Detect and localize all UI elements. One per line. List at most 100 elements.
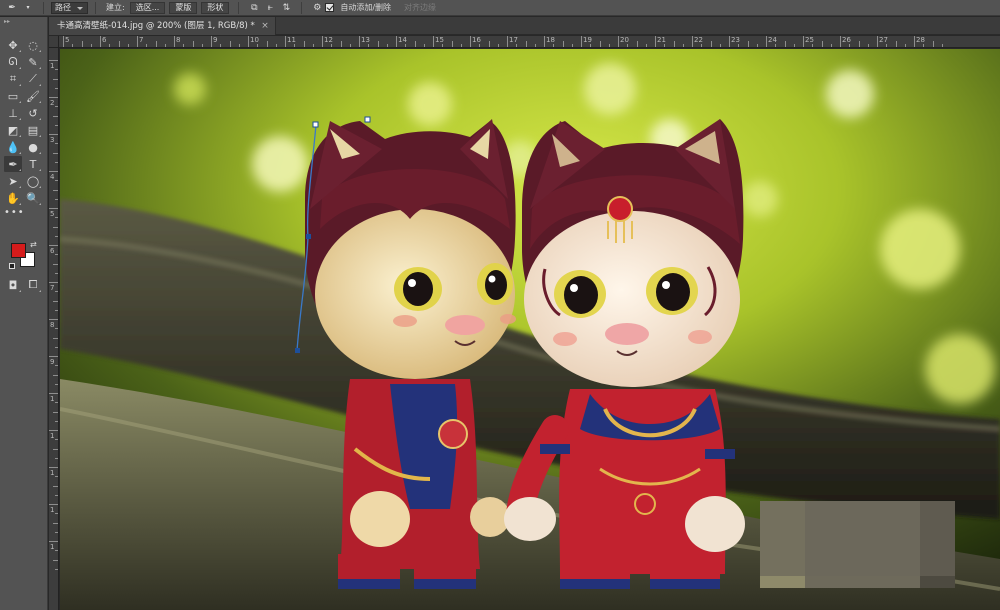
ruler-tick (433, 36, 434, 47)
lasso-tool-icon[interactable]: ᘏ (4, 54, 22, 70)
swap-colors-icon[interactable]: ⇄ (30, 240, 37, 249)
ruler-minor-tick (53, 559, 58, 561)
healing-brush-tool-icon[interactable]: ▭ (4, 88, 22, 104)
path-arrangement-icon[interactable]: ⇅ (280, 2, 292, 14)
quick-select-tool-icon[interactable]: ✎ (24, 54, 42, 70)
ruler-minor-tick (155, 41, 157, 47)
ruler-minor-tick (405, 44, 407, 47)
ruler-tick (49, 97, 58, 98)
ruler-minor-tick (349, 44, 351, 47)
ruler-minor-tick (109, 44, 111, 47)
history-brush-tool-icon[interactable]: ↺ (24, 105, 42, 121)
ruler-minor-tick (220, 44, 222, 47)
marquee-tool-icon[interactable]: ◌ (24, 37, 42, 53)
move-tool-icon[interactable]: ✥ (4, 37, 22, 53)
document-canvas[interactable] (60, 49, 1000, 610)
path-operations-icon[interactable]: ⧉ (248, 2, 260, 14)
ruler-minor-tick (192, 41, 194, 47)
ruler-minor-tick (923, 44, 925, 47)
ruler-minor-tick (886, 44, 888, 47)
ruler-minor-tick (516, 44, 518, 47)
default-colors-icon[interactable] (9, 263, 15, 269)
eyedropper-tool-icon[interactable]: ⟋ (24, 71, 42, 87)
gear-icon[interactable]: ⚙ (311, 2, 323, 14)
ruler-minor-tick (55, 309, 58, 311)
zoom-tool-icon[interactable]: 🔍 (24, 190, 42, 206)
horizontal-ruler[interactable]: 5 6 7 8 9 10 11 12 13 14 15 16 17 18 19 20 21 22 23 24 25 26 2… (59, 36, 1000, 48)
make-label: 建立: (106, 3, 125, 12)
ruler-label: 24 (768, 36, 777, 44)
ruler-origin[interactable] (49, 36, 59, 48)
ruler-minor-tick (775, 44, 777, 47)
pen-tool-icon[interactable]: ✒ (4, 156, 22, 172)
quick-mask-icon[interactable]: ◘ (4, 277, 22, 293)
ruler-label: 16 (472, 36, 481, 44)
pen-tool-preset-icon[interactable]: ✒ (6, 2, 18, 14)
vertical-ruler[interactable]: 1 2 3 4 5 6 7 8 9 1 1 1 1 1 (49, 48, 59, 610)
shape-button[interactable]: 形状 (201, 1, 230, 14)
ruler-label: 21 (657, 36, 666, 44)
ruler-minor-tick (53, 522, 58, 524)
document-tab[interactable]: 卡通高清壁纸-014.jpg @ 200% (图层 1, RGB/8) * × (49, 17, 276, 35)
ruler-label: 28 (916, 36, 925, 44)
ruler-minor-tick (55, 291, 58, 293)
ruler-label: 1 (50, 395, 55, 403)
dodge-tool-icon[interactable]: ● (24, 139, 42, 155)
ruler-minor-tick (55, 531, 58, 533)
ruler-tick (49, 208, 58, 209)
ruler-minor-tick (849, 44, 851, 47)
tool-mode-dropdown[interactable]: 路径 (51, 1, 88, 14)
hand-tool-icon[interactable]: ✋ (4, 190, 22, 206)
close-icon[interactable]: × (261, 17, 269, 35)
mask-button[interactable]: 蒙版 (169, 1, 198, 14)
gradient-tool-icon[interactable]: ▤ (24, 122, 42, 138)
ruler-minor-tick (53, 411, 58, 413)
blur-tool-icon[interactable]: 💧 (4, 139, 22, 155)
ruler-minor-tick (812, 44, 814, 47)
ruler-minor-tick (377, 41, 379, 47)
ruler-minor-tick (423, 44, 425, 47)
ruler-minor-tick (55, 254, 58, 256)
ruler-label: 12 (324, 36, 333, 44)
document-tab-title: 卡通高清壁纸-014.jpg @ 200% (图层 1, RGB/8) * (57, 21, 255, 31)
ruler-tick (49, 504, 58, 505)
ruler-minor-tick (55, 476, 58, 478)
ruler-tick (63, 36, 64, 47)
ruler-minor-tick (303, 41, 305, 47)
ruler-minor-tick (55, 420, 58, 422)
ruler-minor-tick (55, 217, 58, 219)
path-alignment-icon[interactable]: ⫦ (264, 2, 276, 14)
ruler-tick (470, 36, 471, 47)
auto-add-delete-checkbox[interactable] (325, 3, 335, 12)
ruler-minor-tick (858, 41, 860, 47)
chevron-down-icon[interactable]: ▾ (22, 2, 34, 14)
more-tools-icon[interactable]: ••• (4, 207, 25, 218)
ruler-tick (49, 356, 58, 357)
shape-tool-icon[interactable]: ◯ (24, 173, 42, 189)
type-tool-icon[interactable]: T (24, 156, 42, 172)
ruler-minor-tick (90, 44, 92, 47)
ruler-minor-tick (414, 41, 416, 47)
ruler-minor-tick (53, 485, 58, 487)
selection-button[interactable]: 选区... (129, 1, 166, 14)
ruler-label: 26 (842, 36, 851, 44)
ruler-minor-tick (553, 44, 555, 47)
crop-tool-icon[interactable]: ⌗ (4, 71, 22, 87)
options-bar: ✒ ▾ 路径 建立: 选区... 蒙版 形状 ⧉ ⫦ ⇅ ⚙ 自动添加/删除 对… (0, 0, 1000, 16)
screen-mode-icon[interactable]: ⧠ (24, 277, 42, 293)
ruler-tick (49, 60, 58, 61)
path-select-tool-icon[interactable]: ➤ (4, 173, 22, 189)
ruler-label: 1 (50, 469, 55, 477)
clone-stamp-tool-icon[interactable]: ⊥ (4, 105, 22, 121)
ruler-minor-tick (451, 41, 453, 47)
ruler-minor-tick (904, 44, 906, 47)
ruler-minor-tick (257, 44, 259, 47)
ruler-tick (49, 134, 58, 135)
ruler-minor-tick (53, 152, 58, 154)
brush-tool-icon[interactable]: 🖌 (24, 88, 42, 104)
panel-grip[interactable]: ▸▸ (4, 18, 10, 25)
eraser-tool-icon[interactable]: ◩ (4, 122, 22, 138)
ruler-label: 13 (361, 36, 370, 44)
foreground-color-swatch[interactable] (11, 243, 26, 258)
ruler-minor-tick (599, 41, 601, 47)
